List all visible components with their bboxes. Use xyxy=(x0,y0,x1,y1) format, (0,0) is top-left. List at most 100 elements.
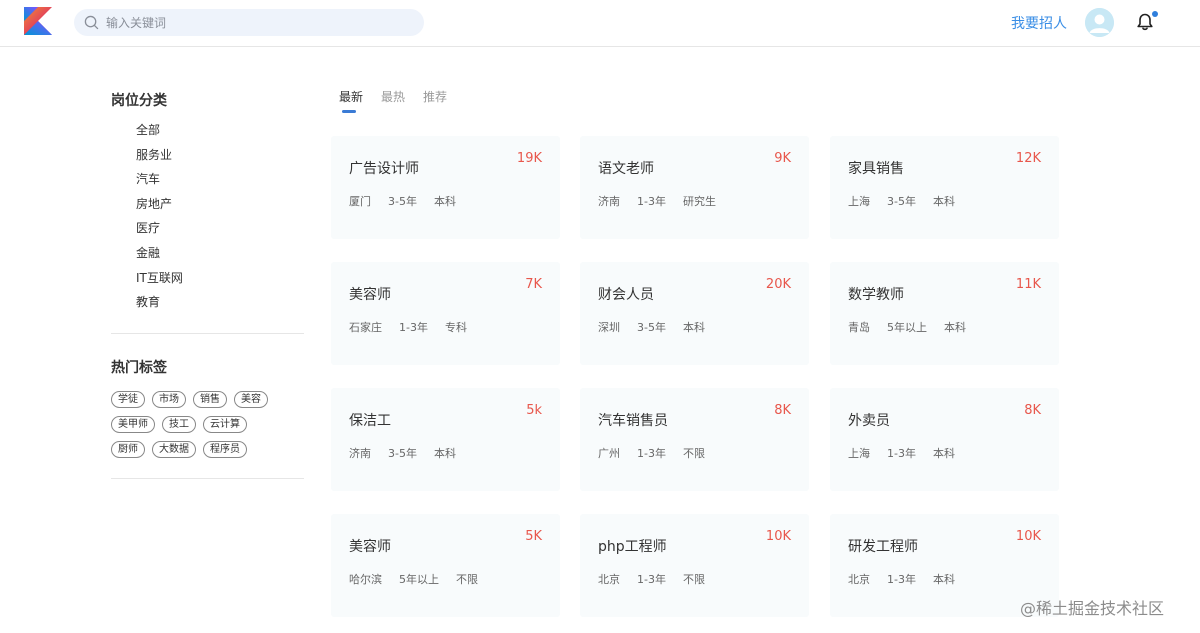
job-education: 本科 xyxy=(433,195,456,208)
category-title: 岗位分类 xyxy=(111,93,167,109)
job-experience: 1-3年 xyxy=(637,447,666,460)
search-input[interactable] xyxy=(106,9,406,36)
job-title: 数学教师 xyxy=(848,287,904,303)
job-education: 不限 xyxy=(682,447,705,460)
job-city: 厦门 xyxy=(349,195,371,208)
job-meta: 上海 3-5年 本科 xyxy=(848,193,955,209)
sidebar-divider xyxy=(111,332,304,334)
job-city: 广州 xyxy=(598,447,620,460)
job-title: php工程师 xyxy=(598,539,667,555)
job-city: 石家庄 xyxy=(349,321,382,334)
job-education: 本科 xyxy=(433,447,456,460)
job-education: 研究生 xyxy=(682,195,716,208)
job-meta: 广州 1-3年 不限 xyxy=(598,445,705,461)
job-city: 深圳 xyxy=(598,321,620,334)
job-card[interactable]: 外卖员 8K 上海 1-3年 本科 xyxy=(830,388,1059,491)
category-item-service[interactable]: 服务业 xyxy=(136,143,304,168)
job-education: 本科 xyxy=(932,195,955,208)
user-avatar-icon xyxy=(1085,8,1114,37)
job-meta: 上海 1-3年 本科 xyxy=(848,445,955,461)
recruit-link[interactable]: 我要招人 xyxy=(1011,13,1067,33)
job-card[interactable]: 广告设计师 19K 厦门 3-5年 本科 xyxy=(331,136,560,239)
job-city: 上海 xyxy=(848,195,870,208)
job-title: 财会人员 xyxy=(598,287,654,303)
tab-recommended[interactable]: 推荐 xyxy=(423,88,447,108)
tag[interactable]: 市场 xyxy=(152,390,186,408)
job-city: 北京 xyxy=(848,573,870,586)
job-salary: 11K xyxy=(1015,277,1041,292)
job-meta: 深圳 3-5年 本科 xyxy=(598,319,705,335)
job-meta: 青岛 5年以上 本科 xyxy=(848,319,966,335)
job-meta: 厦门 3-5年 本科 xyxy=(349,193,456,209)
category-item-medical[interactable]: 医疗 xyxy=(136,216,304,241)
sort-tabs: 最新 最热 推荐 xyxy=(339,88,447,113)
sidebar: 岗位分类 全部 服务业 汽车 房地产 医疗 金融 IT互联网 教育 热门标签 学… xyxy=(111,90,304,479)
job-salary: 5K xyxy=(525,529,542,544)
tag[interactable]: 技工 xyxy=(162,415,196,433)
search-box[interactable] xyxy=(74,9,424,36)
job-card[interactable]: 美容师 5K 哈尔滨 5年以上 不限 xyxy=(331,514,560,617)
hot-tags-title: 热门标签 xyxy=(111,359,167,376)
job-card[interactable]: 美容师 7K 石家庄 1-3年 专科 xyxy=(331,262,560,365)
tag[interactable]: 云计算 xyxy=(203,415,247,433)
category-item-all[interactable]: 全部 xyxy=(136,118,304,143)
tag[interactable]: 销售 xyxy=(193,390,227,408)
job-card[interactable]: 家具销售 12K 上海 3-5年 本科 xyxy=(830,136,1059,239)
notification-dot xyxy=(1152,11,1158,17)
logo-icon[interactable] xyxy=(24,7,52,35)
job-education: 专科 xyxy=(444,321,467,334)
job-experience: 1-3年 xyxy=(887,447,916,460)
job-experience: 3-5年 xyxy=(388,447,417,460)
job-meta: 济南 1-3年 研究生 xyxy=(598,193,716,209)
watermark-text: @稀土掘金技术社区 xyxy=(1020,599,1165,618)
job-title: 研发工程师 xyxy=(848,539,918,555)
job-card[interactable]: 财会人员 20K 深圳 3-5年 本科 xyxy=(580,262,809,365)
tag[interactable]: 美甲师 xyxy=(111,415,155,433)
job-title: 外卖员 xyxy=(848,413,890,429)
tag[interactable]: 大数据 xyxy=(152,440,196,458)
search-icon[interactable] xyxy=(84,15,99,30)
tag[interactable]: 程序员 xyxy=(203,440,247,458)
job-meta: 哈尔滨 5年以上 不限 xyxy=(349,571,478,587)
job-card[interactable]: 汽车销售员 8K 广州 1-3年 不限 xyxy=(580,388,809,491)
tag[interactable]: 美容 xyxy=(234,390,268,408)
category-list: 全部 服务业 汽车 房地产 医疗 金融 IT互联网 教育 xyxy=(111,118,304,315)
job-meta: 济南 3-5年 本科 xyxy=(349,445,456,461)
job-education: 不限 xyxy=(456,573,478,586)
job-title: 美容师 xyxy=(349,287,391,303)
job-education: 不限 xyxy=(682,573,705,586)
job-experience: 1-3年 xyxy=(399,321,428,334)
job-card[interactable]: php工程师 10K 北京 1-3年 不限 xyxy=(580,514,809,617)
job-card[interactable]: 数学教师 11K 青岛 5年以上 本科 xyxy=(830,262,1059,365)
job-salary: 8K xyxy=(774,403,791,418)
job-city: 北京 xyxy=(598,573,620,586)
job-card[interactable]: 保洁工 5k 济南 3-5年 本科 xyxy=(331,388,560,491)
job-city: 济南 xyxy=(598,195,620,208)
job-experience: 5年以上 xyxy=(887,321,927,334)
job-education: 本科 xyxy=(932,573,955,586)
avatar[interactable] xyxy=(1085,8,1114,37)
job-salary: 20K xyxy=(765,277,791,292)
job-meta: 石家庄 1-3年 专科 xyxy=(349,319,467,335)
job-card[interactable]: 语文老师 9K 济南 1-3年 研究生 xyxy=(580,136,809,239)
job-title: 广告设计师 xyxy=(349,161,419,177)
tag-row: 厨师 大数据 程序员 xyxy=(111,440,304,466)
job-salary: 19K xyxy=(516,151,542,166)
category-item-realestate[interactable]: 房地产 xyxy=(136,192,304,217)
tag[interactable]: 厨师 xyxy=(111,440,145,458)
job-education: 本科 xyxy=(932,447,955,460)
job-experience: 3-5年 xyxy=(637,321,666,334)
job-experience: 3-5年 xyxy=(887,195,916,208)
category-item-auto[interactable]: 汽车 xyxy=(136,167,304,192)
category-item-finance[interactable]: 金融 xyxy=(136,241,304,266)
job-salary: 8K xyxy=(1024,403,1041,418)
tab-latest[interactable]: 最新 xyxy=(339,88,363,113)
tab-hottest[interactable]: 最热 xyxy=(381,88,405,108)
job-experience: 3-5年 xyxy=(388,195,417,208)
category-item-education[interactable]: 教育 xyxy=(136,290,304,315)
job-title: 美容师 xyxy=(349,539,391,555)
job-title: 家具销售 xyxy=(848,161,904,177)
job-city: 济南 xyxy=(349,447,371,460)
category-item-it[interactable]: IT互联网 xyxy=(136,266,304,291)
tag[interactable]: 学徒 xyxy=(111,390,145,408)
